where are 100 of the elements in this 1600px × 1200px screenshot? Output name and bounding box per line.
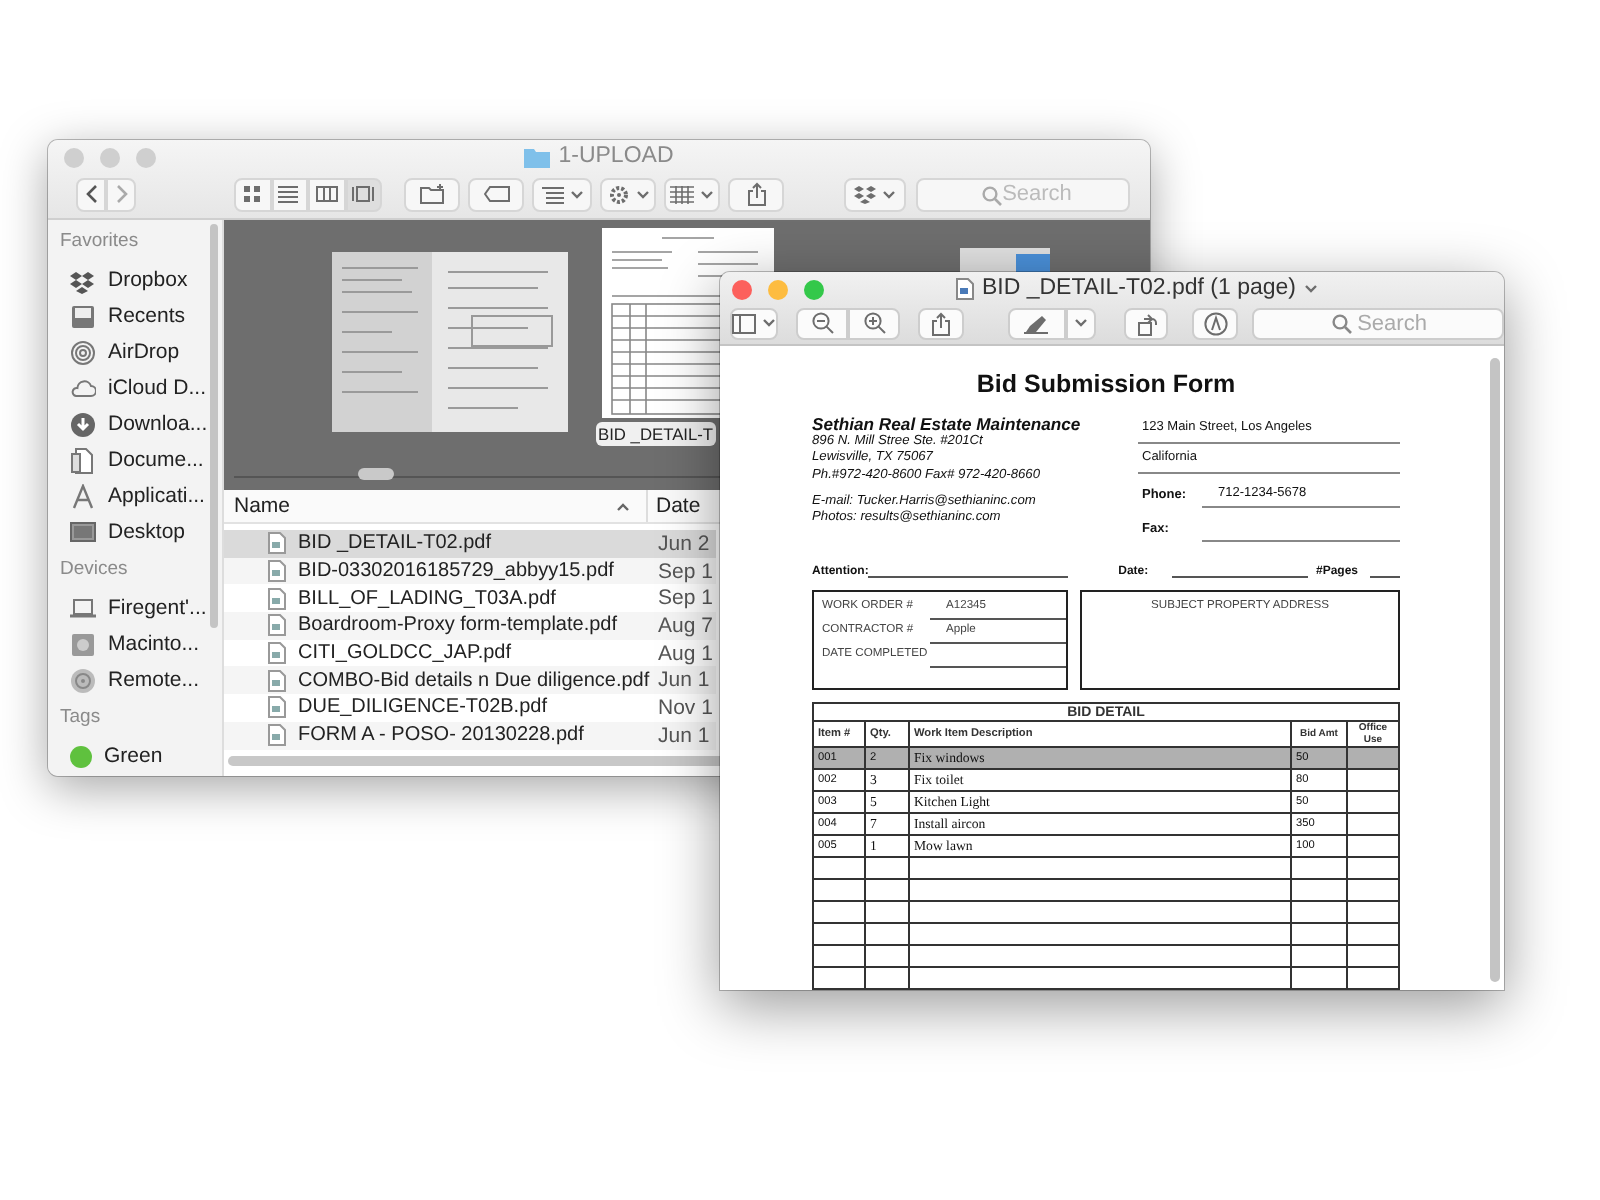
file-row[interactable]: DUE_DILIGENCE-T02B.pdf Nov 1 (224, 694, 716, 722)
file-row[interactable]: Boardroom-Proxy form-template.pdf Aug 7 (224, 612, 716, 640)
tag-button[interactable] (468, 177, 524, 211)
action-button[interactable] (600, 177, 656, 211)
chevron-left-icon (85, 184, 97, 204)
file-date: Aug 7 (656, 613, 713, 638)
group-button[interactable] (664, 177, 720, 211)
grid-icon (670, 185, 694, 203)
sidebar-item[interactable]: Green (60, 738, 222, 774)
icon-view-icon (241, 184, 264, 204)
rotate-button[interactable] (1123, 307, 1169, 339)
arrange-button[interactable] (532, 177, 592, 211)
sidebar-item[interactable]: Docume... (60, 442, 222, 478)
sidebar-item[interactable]: AirDrop (60, 334, 222, 370)
window-title: 1-UPLOAD (558, 144, 674, 168)
zoom-out-button[interactable] (796, 307, 848, 339)
thumbnail-label: BID _DETAIL-T (596, 422, 716, 446)
caret-icon (1073, 318, 1088, 328)
view-mode-button[interactable] (345, 177, 382, 211)
pen-icon (1024, 313, 1049, 333)
sidebar-item[interactable]: Recents (60, 298, 222, 334)
document-thumbnail (960, 248, 1050, 272)
sidebar-icon (732, 313, 756, 333)
new-folder-button[interactable] (404, 177, 460, 211)
sidebar-heading: Devices (60, 558, 128, 580)
markup-menu-button[interactable] (1065, 307, 1096, 339)
pdf-file-icon (268, 532, 286, 555)
sidebar-item[interactable]: Dropbox (60, 262, 222, 298)
file-name: Boardroom-Proxy form-template.pdf (298, 614, 618, 637)
sidebar-item[interactable]: Applicati... (60, 478, 222, 514)
view-mode-button[interactable] (271, 177, 308, 211)
file-name: BILL_OF_LADING_T03A.pdf (298, 587, 556, 610)
file-row[interactable]: BID _DETAIL-T02.pdf Jun 2 (224, 530, 716, 558)
pdf-file-icon (268, 642, 286, 665)
sidebar-item[interactable]: iCloud D... (60, 370, 222, 406)
file-name: DUE_DILIGENCE-T02B.pdf (298, 696, 547, 719)
pdf-file-icon (268, 669, 286, 692)
view-mode-button[interactable] (234, 177, 271, 211)
disc-icon (70, 667, 96, 693)
scroll-bar[interactable] (1490, 358, 1500, 982)
markup-button[interactable] (1007, 307, 1066, 339)
caret-icon (1304, 283, 1319, 293)
file-name: COMBO-Bid details n Due diligence.pdf (298, 669, 650, 692)
sidebar-item[interactable]: Remote... (60, 662, 222, 698)
caret-icon (882, 189, 896, 199)
chevron-right-icon (115, 184, 127, 204)
file-row[interactable]: CITI_GOLDCC_JAP.pdf Aug 1 (224, 639, 716, 667)
file-date: Sep 1 (656, 586, 713, 611)
pdf-file-icon (268, 587, 286, 610)
close-button[interactable] (732, 280, 752, 300)
file-row[interactable]: BID-03302016185729_abbyy15.pdf Sep 1 (224, 557, 716, 585)
file-name: CITI_GOLDCC_JAP.pdf (298, 642, 512, 665)
company-name: Sethian Real Estate Maintenance (812, 414, 1081, 434)
folder-plus-icon (419, 184, 445, 204)
share-icon (747, 182, 765, 206)
back-button[interactable] (76, 177, 106, 211)
view-mode-button[interactable] (308, 177, 345, 211)
file-date: Jun 1 (656, 668, 710, 693)
search-icon (982, 185, 1002, 205)
caret-icon (762, 318, 776, 328)
sidebar-item[interactable]: Downloa... (60, 406, 222, 442)
share-icon (931, 311, 950, 335)
scroll-bar[interactable] (210, 224, 218, 628)
rotate-icon (1135, 311, 1157, 335)
file-date: Nov 1 (656, 695, 713, 720)
file-date: Jun 2 (656, 531, 710, 556)
pdf-file-icon (268, 560, 286, 583)
search-field[interactable]: Search (1252, 307, 1504, 339)
caret-icon (700, 189, 714, 199)
letter-a-icon (70, 483, 96, 509)
file-name: BID _DETAIL-T02.pdf (298, 532, 492, 555)
zoom-in-button[interactable] (848, 307, 900, 339)
share-button[interactable] (918, 307, 964, 339)
column-header[interactable]: Date (648, 494, 701, 518)
gallery-view-icon (352, 184, 375, 204)
annotate-button[interactable] (1192, 307, 1239, 339)
sidebar-button[interactable] (730, 307, 778, 339)
caret-icon (569, 189, 583, 199)
dropbox-button[interactable] (844, 177, 906, 211)
search-field[interactable]: Search (916, 177, 1130, 211)
file-date: Sep 1 (656, 559, 713, 584)
tray-icon (70, 303, 96, 329)
file-name: FORM A - POSO- 20130228.pdf (298, 724, 584, 747)
gear-icon (607, 183, 629, 205)
pdf-file-icon (268, 724, 286, 747)
rings-icon (70, 339, 96, 365)
file-row[interactable]: COMBO-Bid details n Due diligence.pdf Jun 1 (224, 666, 716, 695)
column-header[interactable]: Name (224, 490, 648, 522)
file-date: Jun 1 (656, 723, 710, 748)
share-button[interactable] (728, 177, 784, 211)
sidebar-item[interactable]: Firegent'... (60, 590, 222, 626)
sidebar-item[interactable]: Macinto... (60, 626, 222, 662)
desktop-icon (70, 519, 96, 545)
file-row[interactable]: FORM A - POSO- 20130228.pdf Jun 1 (224, 721, 716, 749)
zoom-in-icon (863, 312, 885, 334)
search-icon (1332, 313, 1353, 333)
file-row[interactable]: BILL_OF_LADING_T03A.pdf Sep 1 (224, 584, 716, 613)
scroll-thumb[interactable] (358, 468, 394, 480)
download-icon (70, 411, 96, 437)
sidebar-item[interactable]: Desktop (60, 514, 222, 550)
